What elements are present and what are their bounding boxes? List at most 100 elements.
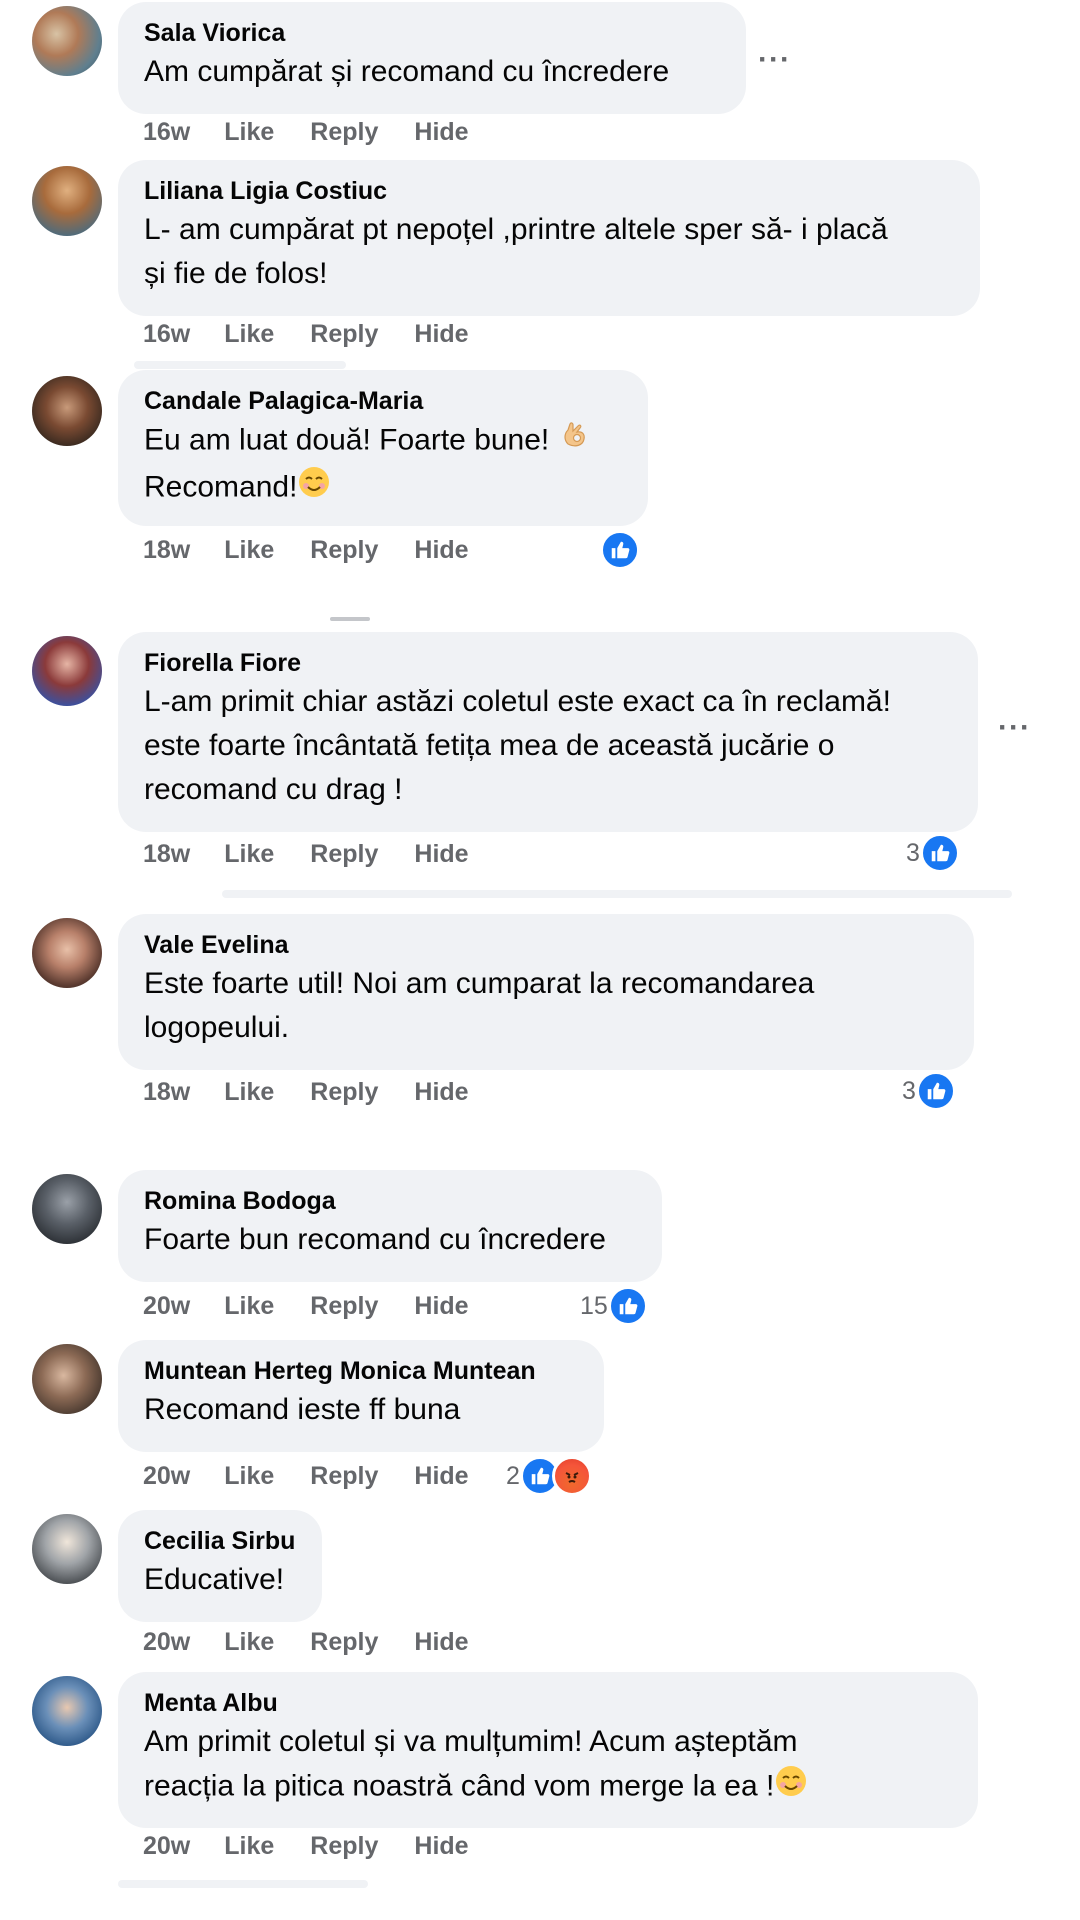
like-button[interactable]: Like	[224, 118, 274, 147]
reaction-summary[interactable]: 3	[906, 833, 960, 873]
like-button[interactable]: Like	[224, 1628, 274, 1657]
comment-text: Recomand!	[144, 465, 622, 512]
comment-timestamp[interactable]: 16w	[143, 118, 190, 147]
hide-button[interactable]: Hide	[414, 1292, 468, 1321]
comment-timestamp[interactable]: 18w	[143, 840, 190, 869]
comment-author[interactable]: Vale Evelina	[144, 928, 948, 962]
comment-text: L- am cumpărat pt nepoțel ,printre altel…	[144, 213, 888, 246]
comment-author[interactable]: Liliana Ligia Costiuc	[144, 174, 954, 208]
comment-timestamp[interactable]: 20w	[143, 1292, 190, 1321]
comment-timestamp[interactable]: 16w	[143, 320, 190, 349]
comment-timestamp[interactable]: 18w	[143, 1078, 190, 1107]
comment-actions: 20w Like Reply Hide	[143, 1628, 505, 1657]
reply-button[interactable]: Reply	[310, 1628, 378, 1657]
smiling-face-emoji-icon	[774, 1764, 808, 1811]
reply-button[interactable]: Reply	[310, 320, 378, 349]
comment-text: este foarte încântată fetița mea de acea…	[144, 729, 835, 762]
more-options-icon[interactable]: ···	[998, 713, 1031, 743]
avatar[interactable]	[32, 636, 102, 706]
comment-text: și fie de folos!	[144, 257, 328, 290]
comment-text-line: reacția la pitica noastră când vom merge…	[144, 1769, 775, 1803]
comment-actions: 16w Like Reply Hide	[143, 118, 505, 147]
hide-button[interactable]: Hide	[414, 840, 468, 869]
reply-button[interactable]: Reply	[310, 840, 378, 869]
like-reaction-icon	[600, 530, 640, 570]
hide-button[interactable]: Hide	[414, 1832, 468, 1861]
like-reaction-icon	[915, 1071, 956, 1111]
like-reaction-icon	[607, 1286, 648, 1326]
comment-text-line: Eu am luat două! Foarte bune!	[144, 423, 550, 457]
reply-button[interactable]: Reply	[310, 1462, 378, 1491]
like-button[interactable]: Like	[224, 1832, 274, 1861]
avatar[interactable]	[32, 6, 102, 76]
like-button[interactable]: Like	[224, 840, 274, 869]
like-button[interactable]: Like	[224, 320, 274, 349]
comment-bubble: Candale Palagica-Maria Eu am luat două! …	[118, 370, 648, 526]
avatar[interactable]	[32, 1514, 102, 1584]
collapsed-reply-divider	[330, 617, 370, 621]
hide-button[interactable]: Hide	[414, 536, 468, 565]
comment-text: Eu am luat două! Foarte bune!	[144, 418, 622, 465]
avatar[interactable]	[32, 1676, 102, 1746]
avatar[interactable]	[32, 376, 102, 446]
like-button[interactable]: Like	[224, 536, 274, 565]
like-button[interactable]: Like	[224, 1462, 274, 1491]
like-button[interactable]: Like	[224, 1292, 274, 1321]
comment-author[interactable]: Menta Albu	[144, 1686, 952, 1720]
comment-text-line: Recomand!	[144, 470, 298, 504]
ok-hand-emoji-icon	[558, 418, 592, 465]
reply-button[interactable]: Reply	[310, 1292, 378, 1321]
angry-reaction-icon	[551, 1456, 592, 1496]
collapsed-reply-divider	[118, 1880, 368, 1888]
comment-text: Foarte bun recomand cu încredere	[144, 1223, 606, 1256]
hide-button[interactable]: Hide	[414, 1078, 468, 1107]
comment-actions: 18w Like Reply Hide	[143, 536, 505, 565]
avatar[interactable]	[32, 1174, 102, 1244]
comment-bubble: Muntean Herteg Monica Muntean Recomand i…	[118, 1340, 604, 1452]
comment-bubble: Romina Bodoga Foarte bun recomand cu înc…	[118, 1170, 662, 1282]
comment-author[interactable]: Cecilia Sirbu	[144, 1524, 296, 1558]
reaction-summary[interactable]: 3	[902, 1071, 956, 1111]
reaction-summary[interactable]: 15	[580, 1286, 648, 1326]
comment-bubble: Menta Albu Am primit coletul și va mulțu…	[118, 1672, 978, 1828]
more-options-icon[interactable]: ···	[758, 45, 791, 75]
hide-button[interactable]: Hide	[414, 1628, 468, 1657]
comment-text: Am cumpărat și recomand cu încredere	[144, 55, 670, 88]
comment-timestamp[interactable]: 20w	[143, 1628, 190, 1657]
hide-button[interactable]: Hide	[414, 1462, 468, 1491]
comment-bubble: Fiorella Fiore L-am primit chiar astăzi …	[118, 632, 978, 832]
comment-text: Educative!	[144, 1563, 285, 1596]
comment-text: logopeului.	[144, 1011, 290, 1044]
comment-author[interactable]: Sala Viorica	[144, 16, 720, 50]
reply-button[interactable]: Reply	[310, 1832, 378, 1861]
comment-bubble: Sala Viorica Am cumpărat și recomand cu …	[118, 2, 746, 114]
hide-button[interactable]: Hide	[414, 118, 468, 147]
hide-button[interactable]: Hide	[414, 320, 468, 349]
comment-text: L-am primit chiar astăzi coletul este ex…	[144, 685, 891, 718]
reaction-summary[interactable]	[600, 530, 640, 570]
comment-author[interactable]: Fiorella Fiore	[144, 646, 952, 680]
reaction-count: 15	[580, 1291, 608, 1320]
comment-text: reacția la pitica noastră când vom merge…	[144, 1764, 952, 1811]
comment-timestamp[interactable]: 20w	[143, 1832, 190, 1861]
reply-button[interactable]: Reply	[310, 118, 378, 147]
avatar[interactable]	[32, 1344, 102, 1414]
comment-actions: 20w Like Reply Hide	[143, 1292, 505, 1321]
avatar[interactable]	[32, 918, 102, 988]
reply-button[interactable]: Reply	[310, 536, 378, 565]
comment-author[interactable]: Muntean Herteg Monica Muntean	[144, 1354, 578, 1388]
comment-author[interactable]: Candale Palagica-Maria	[144, 384, 622, 418]
comment-author[interactable]: Romina Bodoga	[144, 1184, 636, 1218]
avatar[interactable]	[32, 166, 102, 236]
comment-timestamp[interactable]: 18w	[143, 536, 190, 565]
comment-bubble: Liliana Ligia Costiuc L- am cumpărat pt …	[118, 160, 980, 316]
reply-button[interactable]: Reply	[310, 1078, 378, 1107]
comment-text: recomand cu drag !	[144, 773, 403, 806]
like-button[interactable]: Like	[224, 1078, 274, 1107]
comment-text: Am primit coletul și va mulțumim! Acum a…	[144, 1725, 798, 1758]
comment-timestamp[interactable]: 20w	[143, 1462, 190, 1491]
reaction-summary[interactable]: 2	[506, 1456, 592, 1496]
comment-text: Recomand ieste ff buna	[144, 1393, 461, 1426]
comment-bubble: Vale Evelina Este foarte util! Noi am cu…	[118, 914, 974, 1070]
reaction-count: 3	[902, 1076, 916, 1105]
